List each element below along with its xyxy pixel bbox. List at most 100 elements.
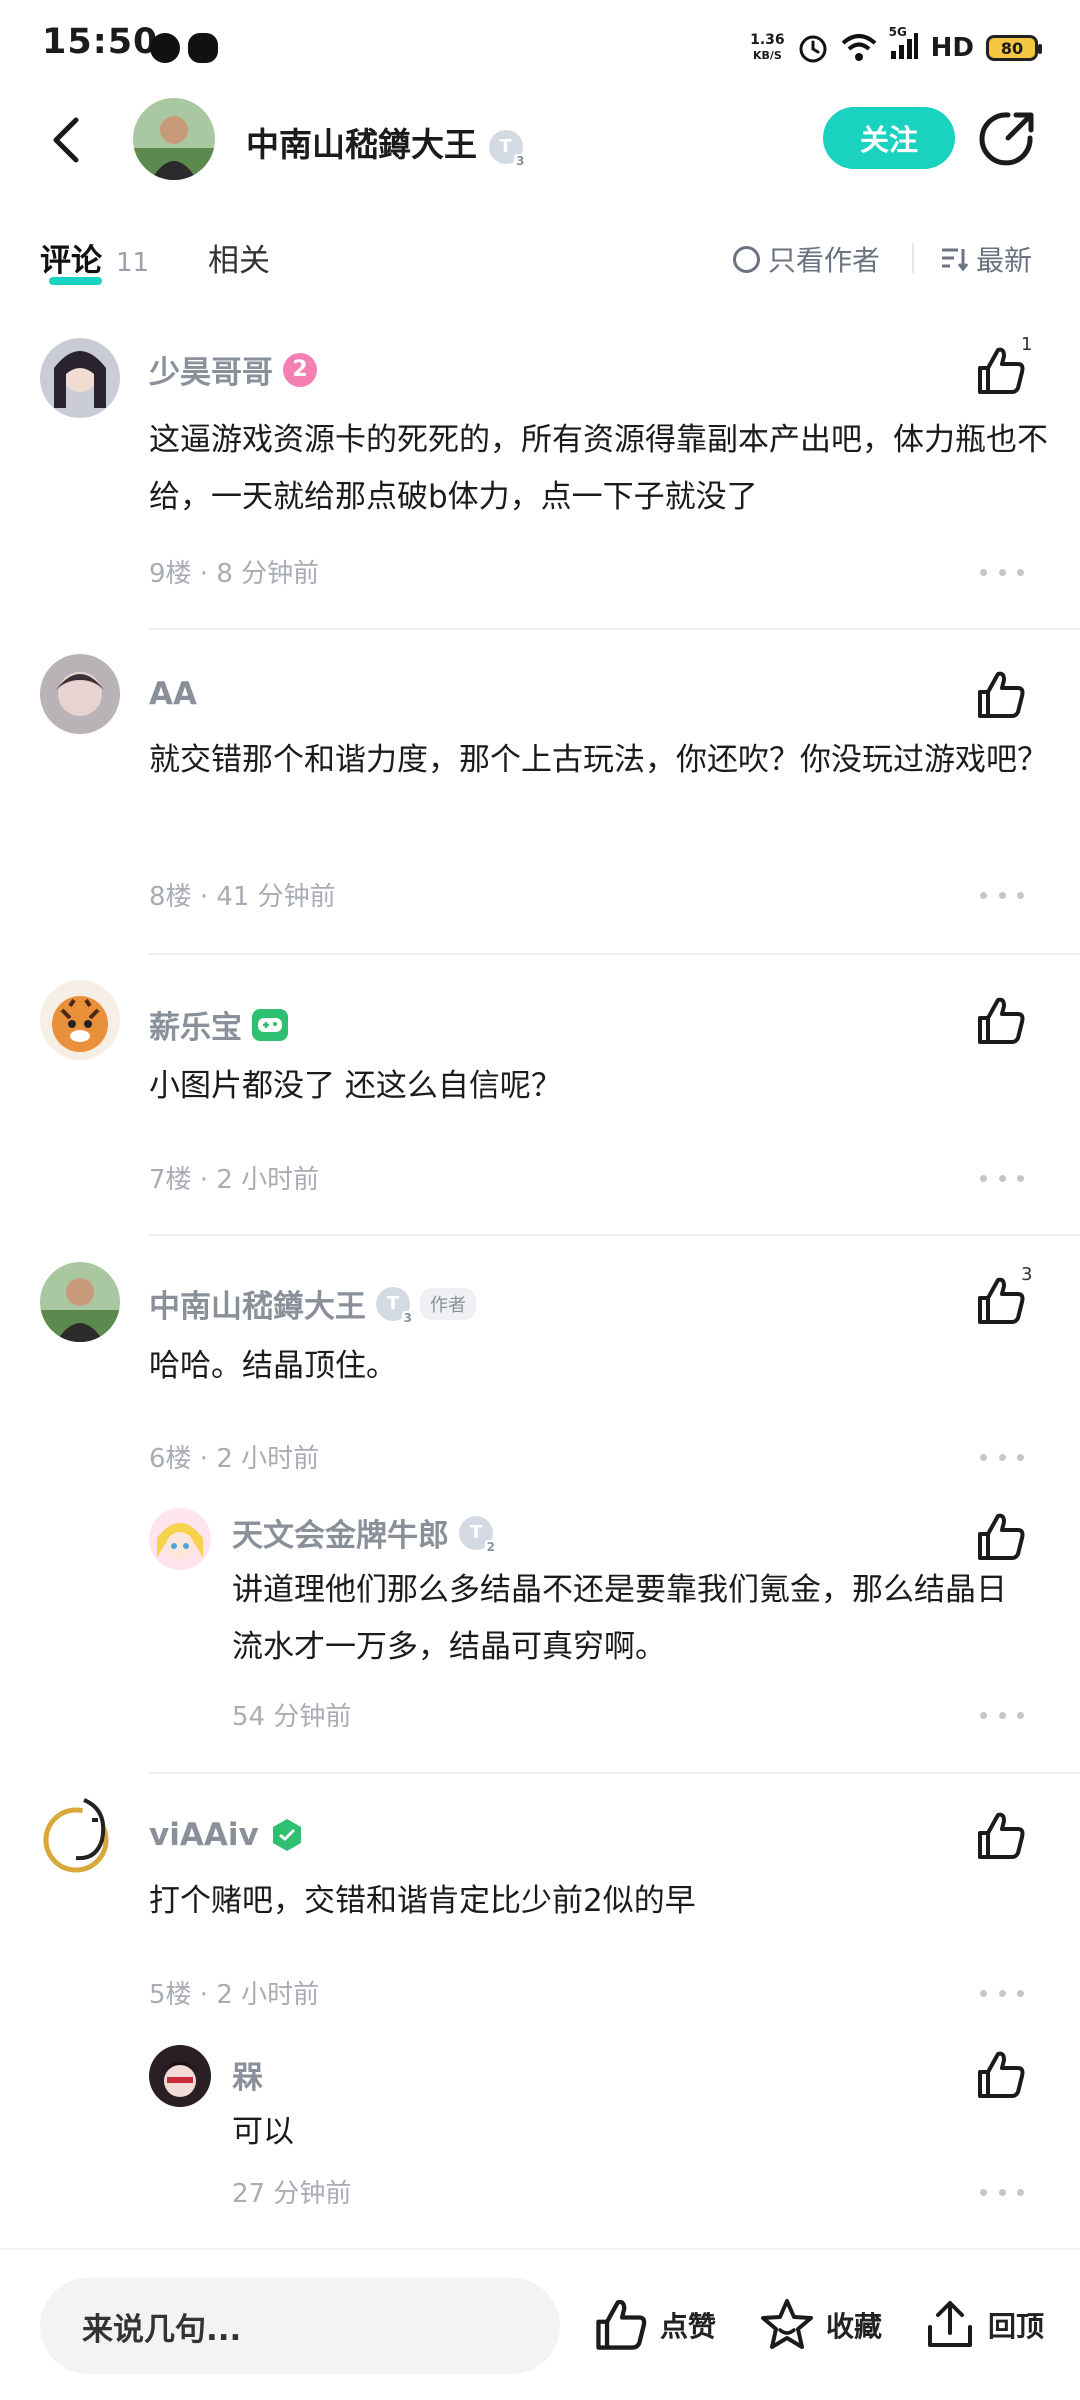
like-button[interactable] xyxy=(974,1510,1028,1564)
comment-text[interactable]: 这逼游戏资源卡的死死的，所有资源得靠副本产出吧，体力瓶也不给，一天就给那点破b体… xyxy=(149,412,1049,526)
network-speed: 1.36 KB/S xyxy=(750,32,785,63)
divider xyxy=(149,1772,1080,1774)
divider xyxy=(149,953,1080,955)
back-to-top-button[interactable]: 回顶 xyxy=(922,2290,1044,2360)
back-button[interactable] xyxy=(40,112,92,168)
comment-username-row[interactable]: 少昊哥哥 2 xyxy=(149,347,317,392)
tab-related[interactable]: 相关 xyxy=(208,235,270,280)
more-options-button[interactable] xyxy=(980,1447,1024,1467)
like-button[interactable] xyxy=(974,668,1028,722)
more-options-button[interactable] xyxy=(980,1983,1024,2003)
level-badge: T3 xyxy=(376,1286,414,1325)
battery-icon: 80 xyxy=(986,35,1042,61)
comment-input[interactable]: 来说几句... xyxy=(40,2278,560,2374)
author-name: 中南山嵇鐏大王 xyxy=(246,125,477,164)
comment-text[interactable]: 就交错那个和谐力度，那个上古玩法，你还吹？你没玩过游戏吧？ xyxy=(149,732,1049,789)
reply-text[interactable]: 讲道理他们那么多结晶不还是要靠我们氪金，那么结晶日流水才一万多，结晶可真穷啊。 xyxy=(232,1562,1032,1676)
favorite-button[interactable]: 收藏 xyxy=(758,2290,882,2360)
thumbs-up-icon xyxy=(978,671,1025,718)
user-avatar[interactable] xyxy=(40,338,120,418)
more-options-button[interactable] xyxy=(980,562,1024,582)
hd-indicator: HD xyxy=(930,33,974,63)
thumbs-up-icon xyxy=(978,997,1025,1044)
thumbs-up-icon xyxy=(978,1812,1025,1859)
like-count: 3 xyxy=(1021,1264,1033,1285)
comment-text[interactable]: 小图片都没了 还这么自信呢？ xyxy=(149,1058,1049,1115)
user-avatar[interactable] xyxy=(40,1262,120,1342)
reply-username-row[interactable]: 槑 xyxy=(232,2052,263,2097)
more-options-button[interactable] xyxy=(980,1168,1024,1188)
follow-button[interactable]: 关注 xyxy=(823,107,955,169)
alarm-icon xyxy=(799,35,827,63)
comment-username-row[interactable]: AA xyxy=(149,676,197,712)
comment-meta: 7楼 · 2 小时前 xyxy=(149,1165,320,1195)
reply-username: 槑 xyxy=(232,2060,263,2096)
thumbs-up-icon xyxy=(978,347,1025,394)
comment-item: viAAiv 打个赌吧，交错和谐肯定比少前2似的早 5楼 · 2 小时前 槑 可… xyxy=(0,1790,1080,2220)
radio-icon xyxy=(733,245,760,273)
more-options-button[interactable] xyxy=(980,2182,1024,2202)
filter-divider xyxy=(912,243,914,273)
reply-meta: 27 分钟前 xyxy=(232,2179,352,2209)
like-count: 1 xyxy=(1021,334,1033,355)
comment-username-row[interactable]: viAAiv xyxy=(149,1817,305,1853)
tab-comments[interactable]: 评论 11 xyxy=(40,235,149,280)
reply-username: 天文会金牌牛郎 xyxy=(232,1518,449,1554)
thumbs-up-icon xyxy=(978,2051,1025,2098)
comment-text[interactable]: 哈哈。结晶顶住。 xyxy=(149,1338,1049,1395)
reply-meta: 54 分钟前 xyxy=(232,1702,352,1732)
user-avatar[interactable] xyxy=(36,1790,126,1880)
comment-text[interactable]: 打个赌吧，交错和谐肯定比少前2似的早 xyxy=(149,1873,1049,1930)
author-name-row[interactable]: 中南山嵇鐏大王 T3 xyxy=(246,118,527,168)
comment-tabs: 评论 11 相关 只看作者 最新 xyxy=(0,225,1080,295)
like-button[interactable] xyxy=(974,2048,1028,2102)
comment-item: 中南山嵇鐏大王 T3 作者 3 哈哈。结晶顶住。 6楼 · 2 小时前 天文会金… xyxy=(0,1255,1080,1755)
author-only-filter[interactable]: 只看作者 xyxy=(733,239,880,279)
like-button[interactable] xyxy=(974,344,1028,398)
level-badge: T2 xyxy=(459,1515,497,1554)
comment-item: 薪乐宝 小图片都没了 还这么自信呢？ 7楼 · 2 小时前 xyxy=(0,975,1080,1235)
comment-count: 11 xyxy=(116,248,150,278)
chevron-left-icon xyxy=(53,117,79,163)
chat-notification-icon xyxy=(188,33,218,63)
thumbs-up-icon xyxy=(978,1513,1025,1560)
author-avatar[interactable] xyxy=(133,98,215,180)
comment-item: AA 就交错那个和谐力度，那个上古玩法，你还吹？你没玩过游戏吧？ 8楼 · 41… xyxy=(0,650,1080,950)
comment-username: 中南山嵇鐏大王 xyxy=(149,1289,366,1325)
comment-username: 少昊哥哥 xyxy=(149,355,273,391)
app-notification-icon xyxy=(150,33,180,63)
comment-username-row[interactable]: 薪乐宝 xyxy=(149,1002,288,1047)
like-button[interactable] xyxy=(974,994,1028,1048)
signal-icon: 5G xyxy=(889,25,919,65)
share-button[interactable] xyxy=(978,110,1036,168)
user-avatar[interactable] xyxy=(40,654,120,734)
comment-username: viAAiv xyxy=(149,1817,259,1853)
reply-text[interactable]: 可以 xyxy=(232,2104,1032,2161)
more-options-button[interactable] xyxy=(980,1705,1024,1725)
like-post-button[interactable]: 点赞 xyxy=(592,2290,716,2360)
upload-arrow-icon xyxy=(928,2301,972,2347)
status-time: 15:50 xyxy=(42,22,159,62)
sort-button[interactable]: 最新 xyxy=(940,239,1032,279)
more-options-button[interactable] xyxy=(980,885,1024,905)
user-avatar[interactable] xyxy=(40,980,120,1060)
reply-username-row[interactable]: 天文会金牌牛郎 T2 xyxy=(232,1510,497,1555)
author-tag: 作者 xyxy=(420,1287,476,1320)
divider xyxy=(149,1234,1080,1236)
reply-avatar[interactable] xyxy=(149,1508,211,1570)
thumbs-up-icon xyxy=(596,2299,647,2350)
sort-icon xyxy=(942,248,968,272)
comment-username-row[interactable]: 中南山嵇鐏大王 T3 作者 xyxy=(149,1281,476,1326)
comment-username: AA xyxy=(149,676,197,712)
hexagon-badge-icon xyxy=(269,1817,305,1853)
wifi-icon xyxy=(841,34,876,61)
star-icon xyxy=(761,2299,813,2349)
like-button[interactable] xyxy=(974,1274,1028,1328)
status-bar: 15:50 1.36 KB/S 5G HD 80 xyxy=(0,0,1080,90)
reply-avatar[interactable] xyxy=(149,2045,211,2107)
comment-username: 薪乐宝 xyxy=(149,1010,242,1046)
bottom-action-bar: 来说几句... 点赞 收藏 回顶 xyxy=(0,2248,1080,2400)
comment-meta: 9楼 · 8 分钟前 xyxy=(149,559,320,589)
like-button[interactable] xyxy=(974,1809,1028,1863)
comment-meta: 8楼 · 41 分钟前 xyxy=(149,882,336,912)
